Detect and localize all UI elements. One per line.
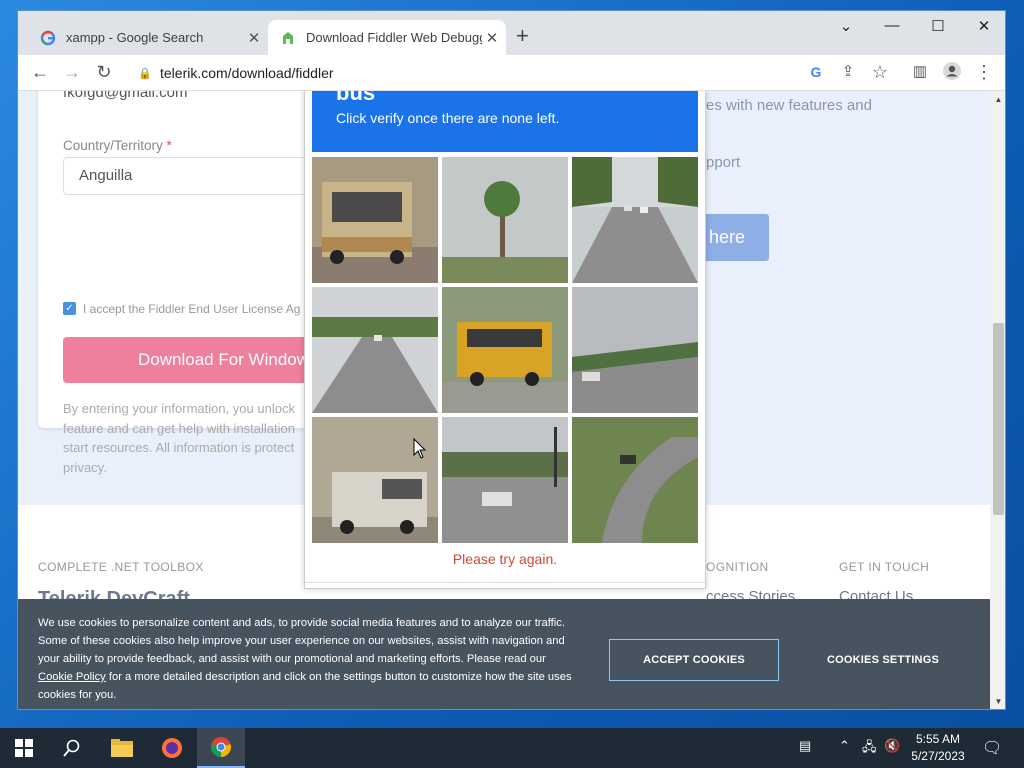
menu-kebab-icon[interactable]: ⋮ (972, 61, 996, 83)
captcha-tile[interactable] (312, 417, 438, 543)
file-explorer-icon[interactable] (98, 728, 146, 768)
support-text: pport (706, 154, 741, 171)
disclaimer-text: By entering your information, you unlock… (63, 401, 295, 475)
footer-heading-recognition: OGNITION (706, 560, 769, 574)
notifications-icon[interactable]: 🗨 (982, 738, 1002, 758)
windows-start-icon[interactable] (0, 728, 48, 768)
tab-title: xampp - Google Search (66, 30, 204, 45)
scroll-down-arrow[interactable]: ▼ (990, 697, 1005, 706)
close-tab-icon[interactable]: ✕ (244, 29, 264, 47)
lock-icon: 🔒 (138, 67, 152, 80)
bridge-car-image (572, 287, 698, 413)
captcha-tile[interactable] (312, 157, 438, 283)
share-icon[interactable]: ⇪ (836, 61, 860, 83)
search-icon[interactable] (48, 728, 96, 768)
captcha-instruction: Click verify once there are none left. (336, 110, 560, 126)
side-panel-icon[interactable]: ▥ (908, 61, 932, 83)
tab-google-search[interactable]: xampp - Google Search ✕ (28, 20, 268, 55)
country-select[interactable]: Anguilla (63, 157, 338, 195)
footer-heading-toolbox: COMPLETE .NET TOOLBOX (38, 560, 204, 574)
back-icon[interactable]: ← (28, 61, 52, 83)
fiddler-icon (283, 31, 293, 44)
road-cars-image (572, 157, 698, 283)
forward-icon[interactable]: → (60, 61, 84, 83)
captcha-tile[interactable] (442, 287, 568, 413)
captcha-header: bus Click verify once there are none lef… (312, 91, 698, 152)
footer-heading-contact: GET IN TOUCH (839, 560, 930, 574)
volume-muted-icon[interactable]: 🔇 (884, 738, 900, 754)
download-windows-button[interactable]: Download For Windows (63, 337, 338, 383)
cookie-policy-link[interactable]: Cookie Policy (38, 671, 106, 683)
close-window-button[interactable]: ✕ (972, 17, 996, 35)
captcha-tile[interactable] (312, 287, 438, 413)
captcha-error-text: Please try again. (452, 551, 558, 567)
minimize-button[interactable]: — (880, 17, 904, 34)
google-lens-icon[interactable]: G (804, 61, 828, 83)
network-icon[interactable]: 🖧 (862, 738, 877, 760)
new-tab-button[interactable]: + (516, 25, 529, 47)
road-highway-image (312, 287, 438, 413)
chrome-window: xampp - Google Search ✕ Download Fiddler… (17, 10, 1006, 710)
curvy-road-car-image (572, 417, 698, 543)
cookie-text: We use cookies to personalize content an… (38, 617, 572, 701)
license-checkbox[interactable]: ✓ (63, 302, 76, 315)
intersection-car-image (442, 417, 568, 543)
captcha-tile[interactable] (442, 417, 568, 543)
system-clock[interactable]: 5:55 AM 5/27/2023 (903, 731, 973, 765)
cookies-settings-button[interactable]: COOKIES SETTINGS (803, 639, 963, 681)
clock-date: 5/27/2023 (911, 749, 965, 763)
browser-toolbar: ← → ↻ 🔒 telerik.com/download/fiddler G ⇪… (18, 55, 1005, 91)
taskbar: ▤ ⌃ 🖧 🔇 5:55 AM 5/27/2023 🗨 (0, 728, 1024, 768)
tab-title: Download Fiddler Web Debugging (306, 30, 482, 45)
reload-icon[interactable]: ↻ (92, 61, 116, 83)
page-scrollbar[interactable]: ▲ ▼ (990, 91, 1005, 709)
show-hidden-icons-icon[interactable]: ⌃ (839, 738, 850, 754)
tab-fiddler-download[interactable]: Download Fiddler Web Debugging ✕ (268, 20, 506, 55)
clock-time: 5:55 AM (915, 732, 961, 746)
page-content: fkofgd@gmail.com Country/Territory * Ang… (18, 91, 990, 709)
captcha-tile[interactable] (572, 287, 698, 413)
captcha-image-grid (312, 157, 698, 543)
tab-search-icon[interactable]: ⌄ (834, 17, 858, 35)
bookmark-star-icon[interactable]: ☆ (868, 61, 892, 83)
license-accept-text: I accept the Fiddler End User License Ag (83, 302, 301, 316)
cookie-banner: We use cookies to personalize content an… (18, 599, 990, 709)
country-label: Country/Territory * (63, 138, 172, 153)
captcha-divider (305, 582, 705, 583)
bus-rear-image (312, 157, 438, 283)
school-bus-image (442, 287, 568, 413)
firefox-icon[interactable] (148, 728, 196, 768)
captcha-tile[interactable] (442, 157, 568, 283)
tab-strip: xampp - Google Search ✕ Download Fiddler… (18, 11, 1005, 55)
captcha-challenge: bus Click verify once there are none lef… (304, 91, 706, 589)
close-tab-icon[interactable]: ✕ (482, 29, 502, 47)
captcha-tile[interactable] (572, 417, 698, 543)
scrollbar-thumb[interactable] (993, 323, 1004, 515)
mouse-cursor-icon (413, 438, 427, 459)
accept-cookies-button[interactable]: ACCEPT COOKIES (609, 639, 779, 681)
here-button[interactable]: here (706, 214, 769, 261)
address-bar[interactable]: 🔒 telerik.com/download/fiddler (128, 59, 858, 87)
maximize-button[interactable]: ☐ (926, 17, 950, 35)
captcha-target-word: bus (336, 91, 376, 105)
captcha-tile[interactable] (572, 157, 698, 283)
profile-avatar-icon[interactable] (940, 61, 964, 86)
features-text: es with new features and (706, 97, 872, 114)
chrome-icon[interactable] (197, 728, 245, 768)
google-icon (40, 30, 56, 45)
palm-tree-image (442, 157, 568, 283)
email-field[interactable]: fkofgd@gmail.com (63, 91, 338, 113)
scroll-up-arrow[interactable]: ▲ (990, 95, 1005, 104)
url-text: telerik.com/download/fiddler (160, 65, 334, 81)
news-widget-icon[interactable]: ▤ (799, 738, 811, 754)
download-form-card: fkofgd@gmail.com Country/Territory * Ang… (38, 91, 338, 475)
rv-bus-image (312, 417, 438, 543)
